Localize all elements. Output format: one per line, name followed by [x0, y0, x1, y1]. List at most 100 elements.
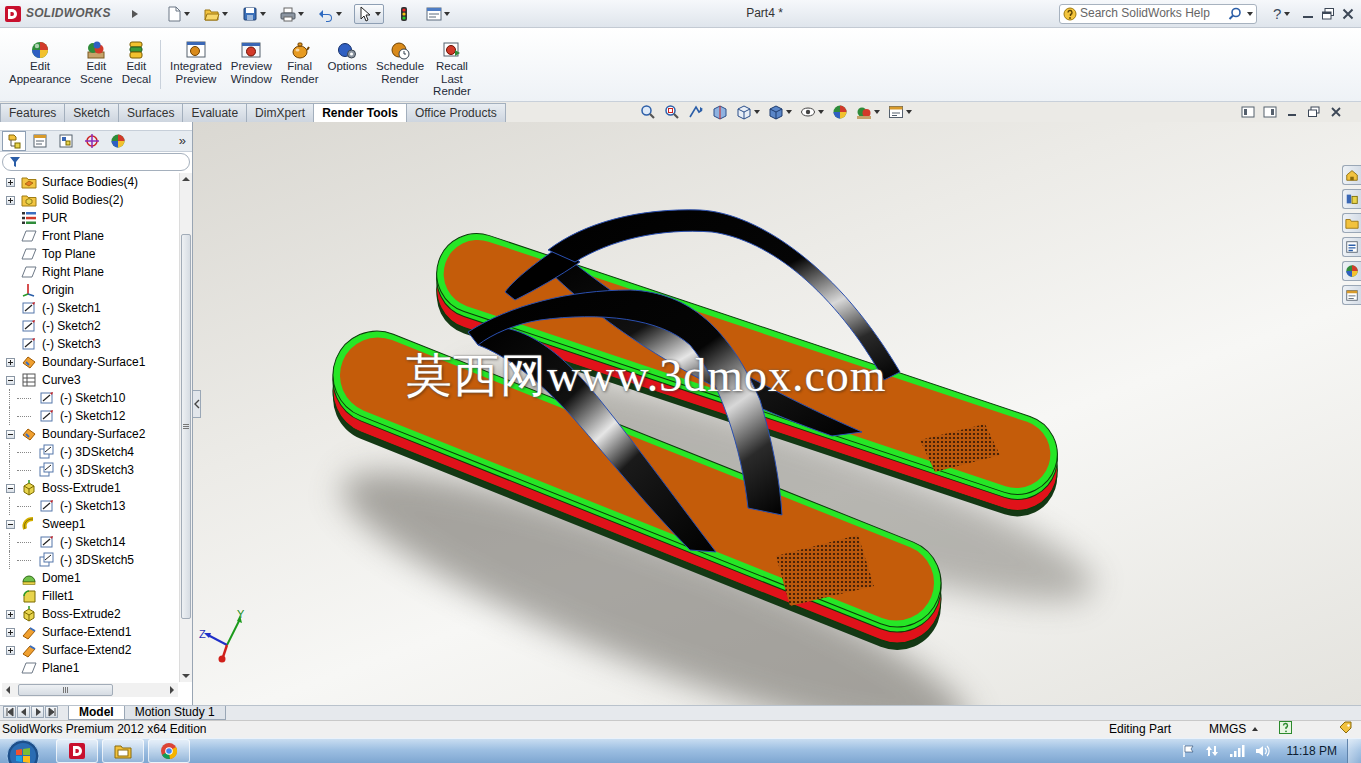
tree-item[interactable]: Dome1: [0, 569, 179, 587]
tree-item[interactable]: (-) Sketch10: [0, 389, 179, 407]
view-palette-tab[interactable]: [1342, 237, 1361, 257]
doc-close-icon[interactable]: [1329, 106, 1343, 118]
tree-item[interactable]: (-) Sketch14: [0, 533, 179, 551]
open-folder-button[interactable]: [202, 5, 230, 23]
show-desktop-button[interactable]: [1347, 739, 1361, 763]
expand-toggle[interactable]: [6, 646, 15, 655]
tree-item[interactable]: (-) Sketch12: [0, 407, 179, 425]
edit-appearance-small-button[interactable]: [832, 104, 848, 120]
tree-item[interactable]: Boss-Extrude1: [0, 479, 179, 497]
expand-toggle[interactable]: [6, 484, 15, 493]
tree-item[interactable]: Plane1: [0, 659, 179, 677]
tray-arrows-icon[interactable]: [1205, 744, 1219, 758]
next-tab-icon[interactable]: [31, 706, 44, 718]
minimize-icon[interactable]: [1301, 7, 1315, 21]
tree-item[interactable]: (-) Sketch2: [0, 317, 179, 335]
dropdown-caret-icon[interactable]: [298, 12, 304, 16]
tree-expander[interactable]: [3, 605, 17, 623]
tree-expander[interactable]: [3, 623, 17, 641]
manager-tab[interactable]: [80, 131, 104, 151]
section-view-button[interactable]: [712, 104, 728, 120]
command-tab[interactable]: Surfaces: [118, 103, 183, 122]
zoom-to-fit-button[interactable]: [640, 104, 656, 120]
vertical-scrollbar[interactable]: [179, 173, 192, 682]
expand-toggle[interactable]: [6, 610, 15, 619]
dropdown-caret-icon[interactable]: [184, 12, 190, 16]
scroll-thumb[interactable]: [181, 234, 191, 619]
clock[interactable]: 11:18 PM: [1281, 744, 1343, 758]
expand-toggle[interactable]: [6, 628, 15, 637]
save-button[interactable]: [240, 5, 268, 23]
tree-item[interactable]: Fillet1: [0, 587, 179, 605]
panel-collapse-handle[interactable]: [193, 390, 201, 418]
tree-item[interactable]: Boundary-Surface1: [0, 353, 179, 371]
rebuild-button[interactable]: [394, 5, 414, 23]
select-cursor-button[interactable]: [354, 4, 384, 24]
print-button[interactable]: [278, 5, 306, 23]
dropdown-caret-icon[interactable]: [754, 110, 760, 114]
tree-expander[interactable]: [3, 515, 17, 533]
scroll-down-icon[interactable]: [180, 670, 192, 682]
tree-expander[interactable]: [3, 371, 17, 389]
tree-item[interactable]: Surface-Extend2: [0, 641, 179, 659]
model-tab[interactable]: Model: [68, 706, 125, 720]
close-icon[interactable]: [1341, 7, 1355, 21]
dropdown-caret-icon[interactable]: [1284, 12, 1290, 16]
menu-arrow-icon[interactable]: [131, 9, 139, 19]
tree-item[interactable]: (-) Sketch1: [0, 299, 179, 317]
doc-restore-icon[interactable]: [1307, 106, 1321, 118]
view-orientation-button[interactable]: [736, 104, 760, 120]
expand-toggle[interactable]: [6, 376, 15, 385]
manager-tab[interactable]: [106, 131, 130, 151]
help-menu[interactable]: ?: [1267, 5, 1301, 23]
ribbon-button[interactable]: RecallLastRender: [430, 40, 474, 98]
model-tab[interactable]: Motion Study 1: [124, 706, 226, 720]
new-document-button[interactable]: [164, 5, 192, 23]
scroll-right-icon[interactable]: [166, 684, 178, 696]
tile-vertical-icon[interactable]: [1263, 106, 1277, 118]
ribbon-button[interactable]: EditScene: [77, 40, 116, 85]
graphics-area[interactable]: 莫西网www.3dmox.comYZ: [193, 122, 1361, 705]
ribbon-button[interactable]: ScheduleRender: [373, 40, 427, 85]
manager-tab[interactable]: [28, 131, 52, 151]
tree-item[interactable]: Top Plane: [0, 245, 179, 263]
command-tab[interactable]: Features: [0, 103, 65, 122]
tree-item[interactable]: Boss-Extrude2: [0, 605, 179, 623]
tree-item[interactable]: Curve3: [0, 371, 179, 389]
tree-expander[interactable]: [3, 479, 17, 497]
chrome-app-button[interactable]: [148, 739, 190, 763]
file-explorer-app-button[interactable]: [102, 739, 144, 763]
dropdown-caret-icon[interactable]: [874, 110, 880, 114]
app-menu[interactable]: SOLIDWORKS: [0, 5, 140, 23]
horizontal-scrollbar[interactable]: [2, 683, 178, 697]
design-library-tab[interactable]: [1342, 189, 1361, 209]
dropdown-caret-icon[interactable]: [260, 12, 266, 16]
expand-toggle[interactable]: [6, 196, 15, 205]
file-explorer-tab[interactable]: [1342, 213, 1361, 233]
command-tab[interactable]: Office Products: [406, 103, 506, 122]
unit-system-menu[interactable]: MMGS: [1209, 722, 1279, 736]
volume-icon[interactable]: [1255, 744, 1271, 758]
solidworks-resources-tab[interactable]: [1342, 165, 1361, 185]
dropdown-caret-icon[interactable]: [1252, 727, 1258, 731]
dropdown-caret-icon[interactable]: [444, 12, 450, 16]
tree-item[interactable]: (-) Sketch13: [0, 497, 179, 515]
doc-minimize-icon[interactable]: [1285, 106, 1299, 118]
hide-show-button[interactable]: [800, 104, 824, 120]
options-button[interactable]: [424, 5, 452, 23]
tree-item[interactable]: Sweep1: [0, 515, 179, 533]
ribbon-button[interactable]: IntegratedPreview: [167, 40, 225, 85]
tree-expander[interactable]: [3, 173, 17, 191]
first-tab-icon[interactable]: [3, 706, 16, 718]
manager-tab[interactable]: [54, 131, 78, 151]
scroll-thumb[interactable]: [18, 684, 113, 696]
scroll-left-icon[interactable]: [2, 684, 14, 696]
tree-item[interactable]: PUR: [0, 209, 179, 227]
tree-expander[interactable]: [3, 353, 17, 371]
last-tab-icon[interactable]: [45, 706, 58, 718]
tree-item[interactable]: Surface Bodies(4): [0, 173, 179, 191]
previous-view-button[interactable]: [688, 104, 704, 120]
appearances-scenes-tab[interactable]: [1342, 261, 1361, 281]
dropdown-caret-icon[interactable]: [906, 110, 912, 114]
more-tabs-button[interactable]: »: [179, 133, 192, 149]
